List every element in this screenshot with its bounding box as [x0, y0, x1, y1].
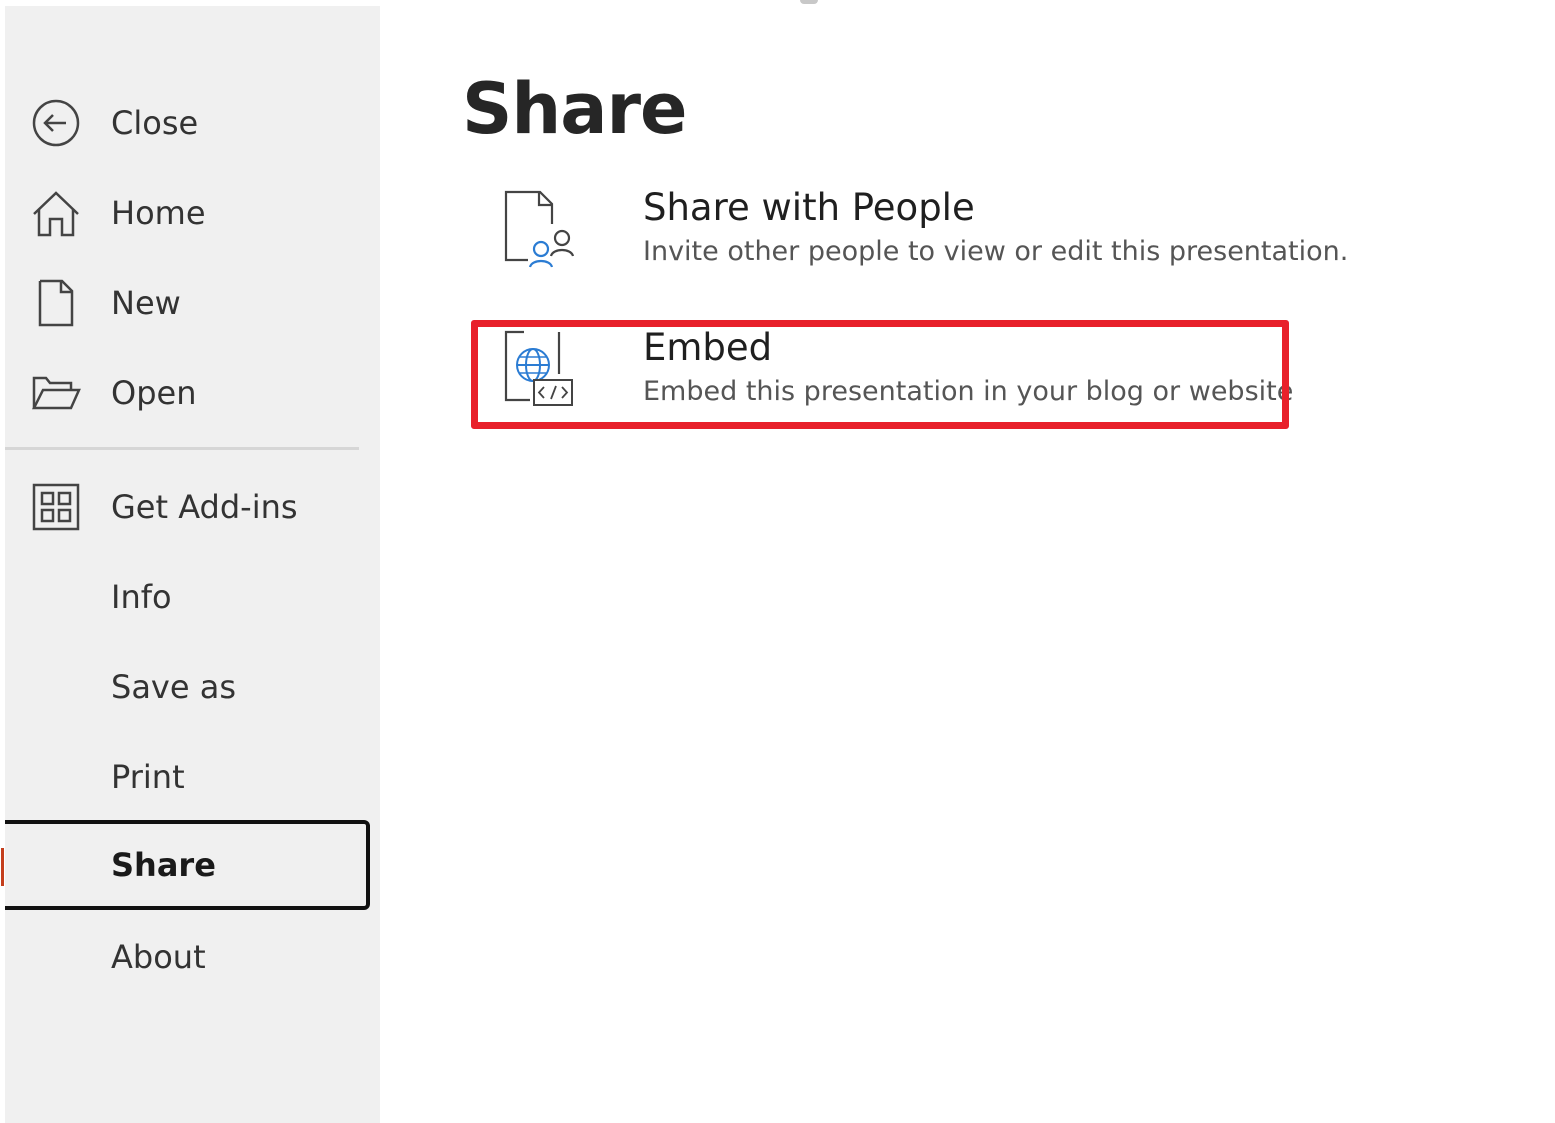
active-indicator — [1, 848, 4, 886]
sidebar-item-label: Get Add-ins — [111, 488, 298, 526]
sidebar-item-label: Open — [111, 374, 197, 412]
sidebar-item-save-as[interactable]: Save as — [5, 642, 380, 732]
sidebar-item-share[interactable]: Share — [1, 820, 370, 910]
sidebar-divider — [5, 447, 359, 450]
sidebar-item-label: Save as — [111, 668, 236, 706]
embed-web-icon — [502, 328, 576, 408]
window-edge-mark — [800, 0, 818, 4]
sidebar-item-get-add-ins[interactable]: Get Add-ins — [5, 462, 380, 552]
new-document-icon — [30, 277, 82, 329]
home-icon — [30, 187, 82, 239]
sidebar-item-label: New — [111, 284, 181, 322]
sidebar-item-label: Info — [111, 578, 172, 616]
sidebar-item-label: Close — [111, 104, 199, 142]
sidebar-item-open[interactable]: Open — [5, 348, 380, 438]
embed-option[interactable]: Embed Embed this presentation in your bl… — [480, 324, 1350, 424]
sidebar-item-label: Share — [111, 846, 216, 884]
share-people-icon — [502, 188, 576, 268]
sidebar-item-label: Print — [111, 758, 185, 796]
sidebar-item-print[interactable]: Print — [5, 732, 380, 822]
page-title: Share — [462, 68, 687, 150]
share-with-people-option[interactable]: Share with People Invite other people to… — [480, 184, 1350, 284]
backstage-sidebar: Close Home New Open Get Add-ins Info Sav… — [1, 6, 380, 1123]
sidebar-item-info[interactable]: Info — [5, 552, 380, 642]
sidebar-item-home[interactable]: Home — [5, 168, 380, 258]
sidebar-item-close[interactable]: Close — [5, 78, 380, 168]
back-arrow-icon — [30, 97, 82, 149]
option-description: Embed this presentation in your blog or … — [643, 376, 1294, 407]
sidebar-item-label: Home — [111, 194, 206, 232]
add-ins-grid-icon — [30, 481, 82, 533]
sidebar-item-label: About — [111, 938, 206, 976]
sidebar-item-about[interactable]: About — [5, 912, 380, 1002]
option-description: Invite other people to view or edit this… — [643, 236, 1349, 267]
sidebar-item-new[interactable]: New — [5, 258, 380, 348]
option-title: Share with People — [643, 186, 975, 229]
option-title: Embed — [643, 326, 773, 369]
folder-open-icon — [30, 367, 82, 419]
